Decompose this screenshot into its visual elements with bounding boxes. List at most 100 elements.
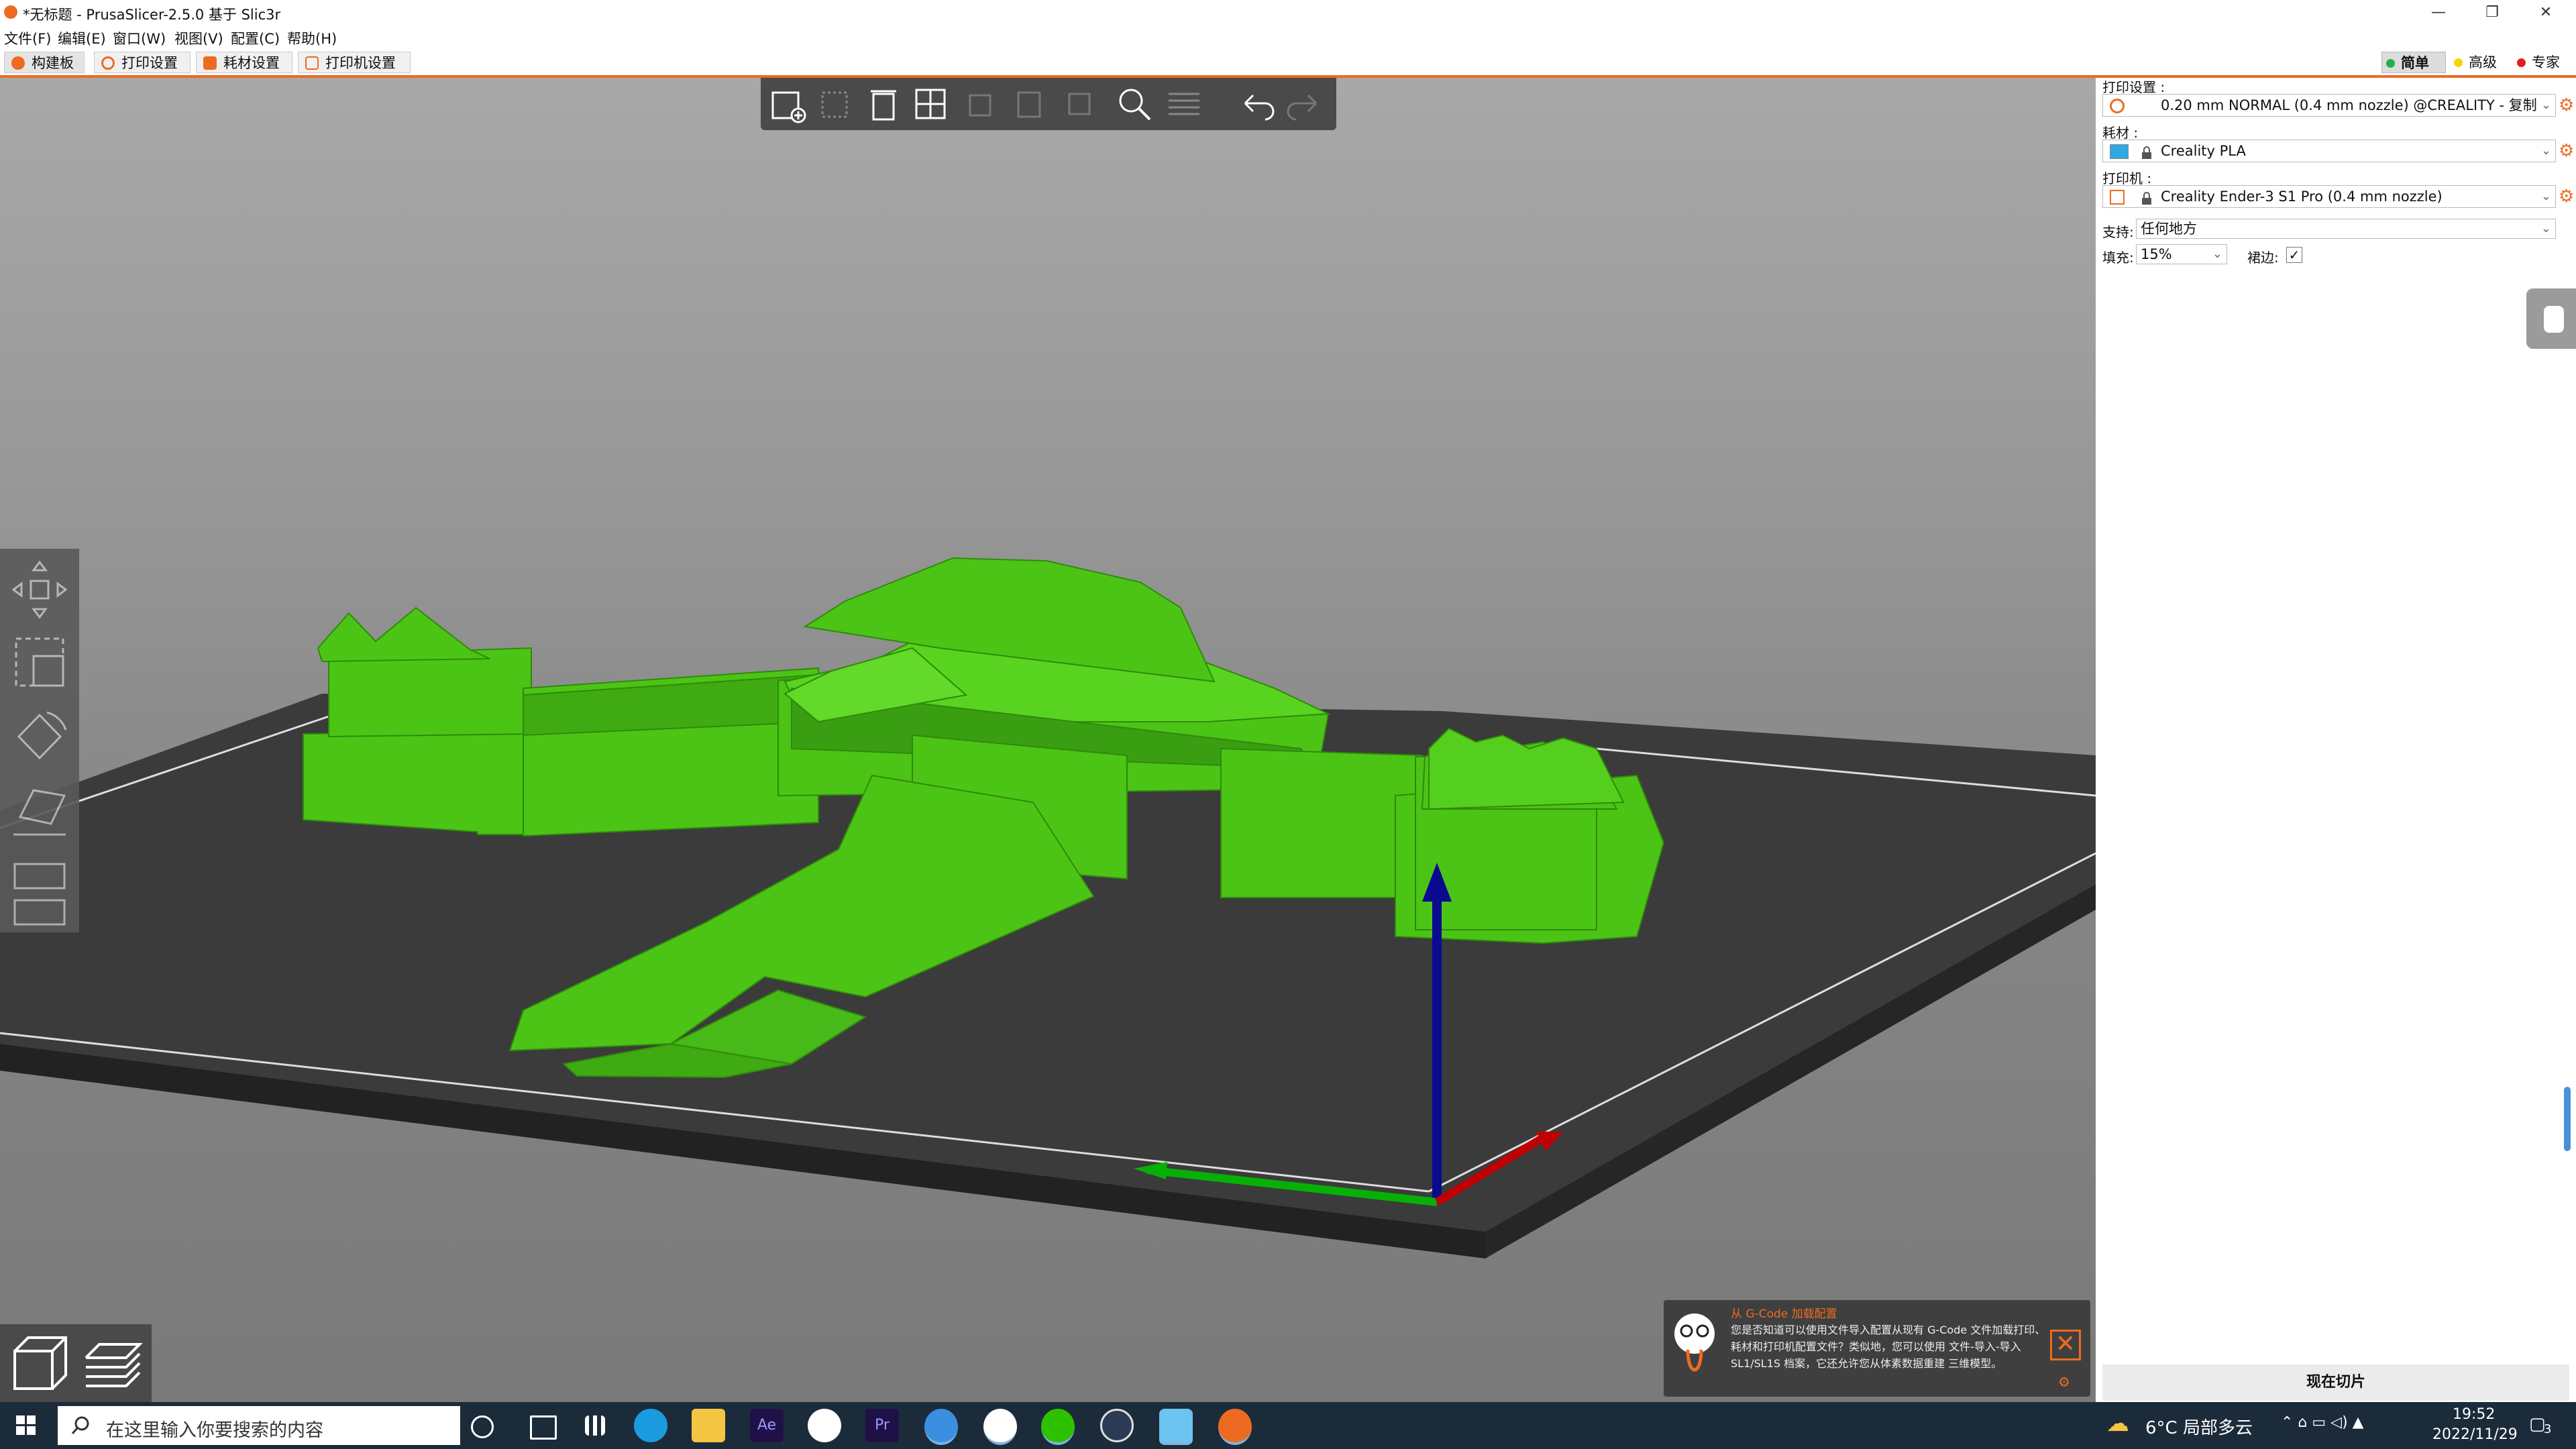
settings-gear-icon[interactable]: ⚙	[2058, 1374, 2073, 1390]
weather-icon: ☁	[2106, 1410, 2129, 1437]
menu-edit[interactable]: 编辑(E)	[58, 28, 106, 48]
infill-select[interactable]: 15% ⌄	[2136, 244, 2227, 264]
filament-combo[interactable]: Creality PLA ⌄	[2102, 140, 2556, 162]
mode-label: 简单	[2401, 55, 2429, 71]
infill-value: 15%	[2141, 246, 2172, 262]
hint-title: 从 G-Code 加载配置	[1731, 1307, 1837, 1321]
search-placeholder: 在这里输入你要搜索的内容	[106, 1420, 323, 1441]
mode-label: 高级	[2469, 54, 2497, 70]
slice-now-button[interactable]: 现在切片	[2102, 1364, 2569, 1401]
tab-label: 构建板	[32, 55, 74, 71]
cortana-icon[interactable]	[471, 1415, 494, 1438]
app-icon[interactable]	[1159, 1409, 1193, 1445]
layers-icon[interactable]	[1163, 83, 1205, 125]
scene-canvas[interactable]	[0, 78, 2096, 1402]
place-on-face-icon[interactable]	[7, 777, 72, 844]
chevron-down-icon: ⌄	[2212, 247, 2222, 261]
printer-icon	[2110, 190, 2125, 205]
edit-print-preset-icon[interactable]: ⚙	[2559, 97, 2576, 114]
sidebar-collapse-button[interactable]	[2526, 288, 2576, 349]
undo-icon[interactable]	[1236, 83, 1277, 125]
apps-grid-icon[interactable]	[585, 1415, 605, 1436]
tab-bar: 构建板 打印设置 耗材设置 打印机设置 简单 高级 专家	[0, 50, 2576, 78]
arrange-icon[interactable]	[910, 83, 951, 125]
redo-icon[interactable]	[1284, 83, 1326, 125]
filament-color-swatch[interactable]	[2110, 144, 2129, 159]
delete-all-icon[interactable]	[863, 83, 904, 125]
clock-date[interactable]: 2022/11/29	[2432, 1426, 2518, 1443]
menu-window[interactable]: 窗口(W)	[113, 28, 166, 48]
task-view-icon[interactable]	[530, 1415, 557, 1440]
edit-printer-preset-icon[interactable]: ⚙	[2559, 188, 2576, 205]
paste-icon[interactable]	[1009, 83, 1051, 125]
scale-icon[interactable]	[7, 629, 72, 696]
app-icon[interactable]	[983, 1409, 1017, 1445]
menu-view[interactable]: 视图(V)	[174, 28, 223, 48]
menu-help[interactable]: 帮助(H)	[287, 28, 337, 48]
window-title: *无标题 - PrusaSlicer-2.5.0 基于 Slic3r	[23, 7, 281, 23]
wechat-icon[interactable]	[1041, 1409, 1075, 1445]
action-center-icon[interactable]: ▢	[2529, 1414, 2546, 1434]
mode-advanced[interactable]: 高级	[2450, 52, 2514, 73]
infill-label: 填充:	[2102, 250, 2134, 266]
tab-label: 打印机设置	[325, 55, 396, 71]
after-effects-icon[interactable]: Ae	[750, 1409, 784, 1442]
add-instance-icon[interactable]	[1060, 83, 1102, 125]
clock-time[interactable]: 19:52	[2453, 1406, 2495, 1423]
support-label: 支持:	[2102, 224, 2134, 240]
search-icon[interactable]	[1114, 83, 1155, 125]
close-icon[interactable]: ✕	[2050, 1330, 2081, 1360]
layer-slider-handle[interactable]	[2564, 1087, 2571, 1151]
tab-label: 打印设置	[121, 55, 178, 71]
mode-label: 专家	[2532, 54, 2560, 70]
edge-browser-icon[interactable]	[634, 1409, 667, 1442]
premiere-pro-icon[interactable]: Pr	[865, 1409, 899, 1442]
photos-app-icon[interactable]	[808, 1409, 841, 1442]
copy-icon[interactable]	[962, 83, 1004, 125]
tab-print-settings[interactable]: 打印设置	[94, 52, 191, 73]
prusaslicer-taskbar-icon[interactable]	[1218, 1409, 1252, 1445]
windows-start-icon[interactable]	[16, 1415, 36, 1436]
mode-dot-icon	[2517, 58, 2526, 67]
tab-filament-settings[interactable]: 耗材设置	[196, 52, 292, 73]
file-explorer-icon[interactable]	[692, 1409, 725, 1442]
qq-browser-icon[interactable]	[924, 1409, 958, 1445]
preview-view-icon[interactable]	[79, 1331, 146, 1398]
app-icon[interactable]	[1100, 1409, 1134, 1442]
print-settings-combo[interactable]: 0.20 mm NORMAL (0.4 mm nozzle) @CREALITY…	[2102, 94, 2556, 117]
windows-taskbar: 在这里输入你要搜索的内容 Ae Pr ☁ 6°C 局部多云 ⌃ ⌂ ▭ ◁) ▲…	[0, 1402, 2576, 1449]
hint-text: 您是否知道可以使用文件导入配置从现有 G-Code 文件加载打印、耗材和打印机配…	[1731, 1324, 2046, 1370]
title-bar: *无标题 - PrusaSlicer-2.5.0 基于 Slic3r — ❐ ✕	[0, 0, 2576, 25]
close-button[interactable]: ✕	[2522, 0, 2569, 25]
rotate-icon[interactable]	[7, 703, 72, 770]
mode-dot-icon	[2454, 58, 2463, 67]
mode-expert[interactable]: 专家	[2513, 52, 2576, 73]
printer-value: Creality Ender-3 S1 Pro (0.4 mm nozzle)	[2161, 189, 2443, 205]
menu-config[interactable]: 配置(C)	[231, 28, 280, 48]
taskbar-search[interactable]: 在这里输入你要搜索的内容	[58, 1406, 460, 1445]
hint-notification: 从 G-Code 加载配置 您是否知道可以使用文件导入配置从现有 G-Code …	[1664, 1300, 2090, 1397]
brim-label: 裙边:	[2247, 250, 2279, 266]
support-select[interactable]: 任何地方 ⌄	[2136, 219, 2556, 239]
3d-scene[interactable]: 从 G-Code 加载配置 您是否知道可以使用文件导入配置从现有 G-Code …	[0, 78, 2096, 1402]
cut-icon[interactable]	[7, 851, 72, 931]
maximize-button[interactable]: ❐	[2469, 0, 2516, 25]
brim-checkbox[interactable]: ✓	[2286, 247, 2302, 263]
printer-combo[interactable]: Creality Ender-3 S1 Pro (0.4 mm nozzle) …	[2102, 185, 2556, 208]
minimize-button[interactable]: —	[2415, 0, 2462, 25]
menu-file[interactable]: 文件(F)	[4, 28, 51, 48]
tab-plater[interactable]: 构建板	[4, 52, 85, 73]
prusaslicer-logo-icon	[4, 5, 17, 19]
delete-icon[interactable]	[816, 83, 857, 125]
3d-view-icon[interactable]	[5, 1331, 72, 1398]
edit-filament-preset-icon[interactable]: ⚙	[2559, 142, 2576, 160]
move-icon[interactable]	[7, 555, 72, 623]
weather-text[interactable]: 6°C 局部多云	[2145, 1414, 2253, 1439]
system-tray-icons[interactable]: ⌃ ⌂ ▭ ◁) ▲	[2281, 1414, 2364, 1431]
add-object-icon[interactable]	[767, 83, 809, 125]
scene-toolbar	[761, 78, 1336, 130]
view-switcher	[0, 1324, 152, 1402]
mode-simple[interactable]: 简单	[2381, 52, 2446, 73]
tab-printer-settings[interactable]: 打印机设置	[298, 52, 411, 73]
chevron-down-icon: ⌄	[2540, 221, 2551, 235]
